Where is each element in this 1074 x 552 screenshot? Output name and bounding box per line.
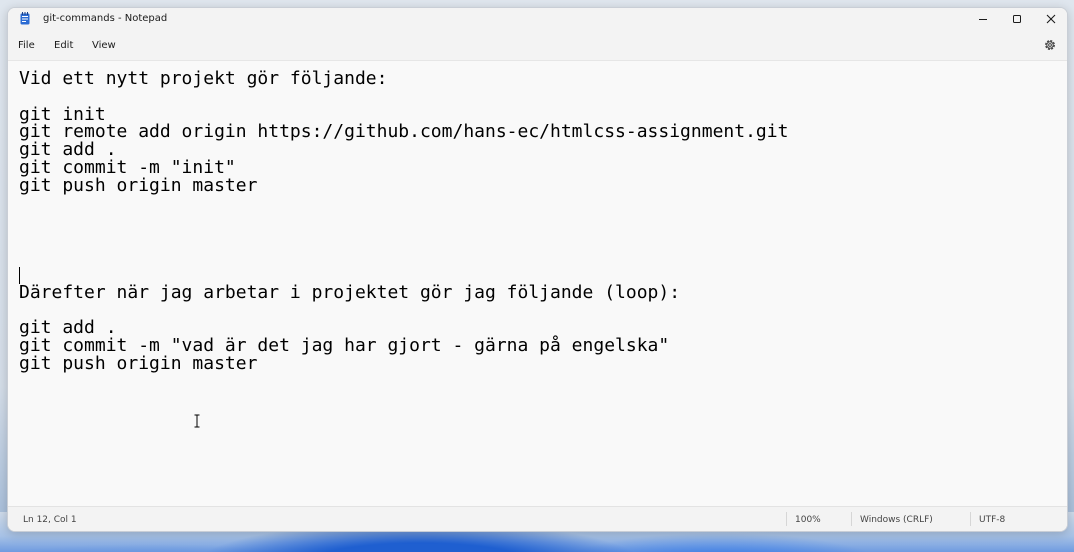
text-caret xyxy=(19,267,20,284)
status-divider xyxy=(970,512,971,526)
status-bar: Ln 12, Col 1 100% Windows (CRLF) UTF-8 xyxy=(8,506,1067,531)
title-bar[interactable]: git-commands - Notepad xyxy=(8,8,1067,30)
notepad-app-icon xyxy=(20,12,30,25)
notepad-window: git-commands - Notepad File Edit View Vi… xyxy=(7,7,1068,532)
encoding[interactable]: UTF-8 xyxy=(979,515,1005,525)
text-editor[interactable]: Vid ett nytt projekt gör följande: git i… xyxy=(8,60,1067,507)
line-ending[interactable]: Windows (CRLF) xyxy=(860,515,933,525)
close-icon xyxy=(1046,14,1056,24)
menu-file[interactable]: File xyxy=(18,40,35,51)
menu-bar: File Edit View xyxy=(8,30,1067,60)
gear-icon[interactable] xyxy=(1043,38,1057,52)
editor-content[interactable]: Vid ett nytt projekt gör följande: git i… xyxy=(19,70,788,373)
status-divider xyxy=(786,512,787,526)
cursor-position: Ln 12, Col 1 xyxy=(23,515,77,525)
status-divider xyxy=(851,512,852,526)
maximize-button[interactable] xyxy=(1000,8,1034,30)
minimize-icon xyxy=(979,19,987,20)
minimize-button[interactable] xyxy=(966,8,1000,30)
menu-edit[interactable]: Edit xyxy=(54,40,73,51)
ibeam-cursor-icon xyxy=(194,414,200,428)
close-button[interactable] xyxy=(1034,8,1067,30)
window-title: git-commands - Notepad xyxy=(43,13,168,24)
menu-view[interactable]: View xyxy=(92,40,116,51)
zoom-level[interactable]: 100% xyxy=(795,515,821,525)
maximize-icon xyxy=(1013,15,1021,23)
